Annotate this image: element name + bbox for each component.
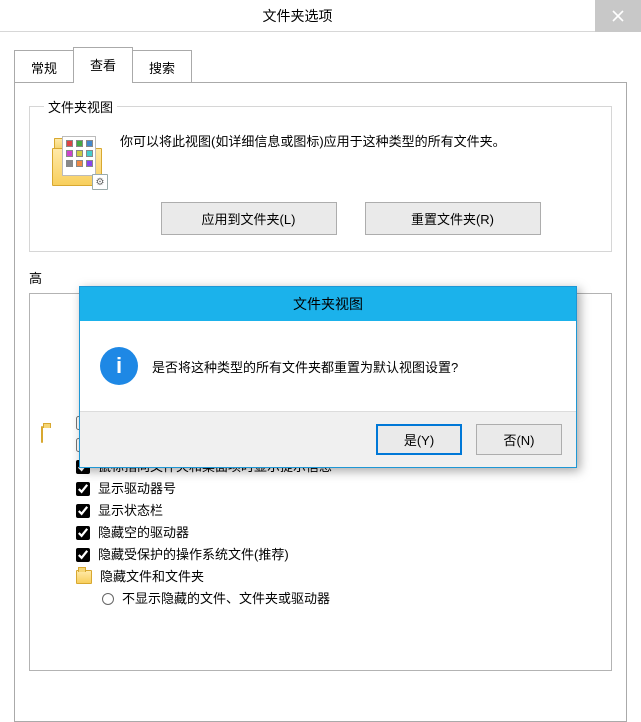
confirm-reset-dialog: 文件夹视图 i 是否将这种类型的所有文件夹都重置为默认视图设置? 是(Y) 否(… <box>79 286 577 468</box>
label-hidden-files-folders: 隐藏文件和文件夹 <box>100 566 204 588</box>
apply-to-folders-button[interactable]: 应用到文件夹(L) <box>161 202 337 235</box>
checkbox-hide-empty-drives[interactable] <box>76 526 90 540</box>
dialog-title: 文件夹视图 <box>80 287 576 321</box>
tab-view[interactable]: 查看 <box>73 47 133 83</box>
folder-views-legend: 文件夹视图 <box>44 97 117 116</box>
close-button[interactable] <box>595 0 641 32</box>
checkbox-hide-protected-os-files[interactable] <box>76 548 90 562</box>
advanced-settings-label: 高 <box>29 268 612 287</box>
tab-strip: 常规 查看 搜索 <box>14 46 627 82</box>
label-dont-show-hidden: 不显示隐藏的文件、文件夹或驱动器 <box>122 588 330 610</box>
option-show-drive-letters[interactable]: 显示驱动器号 <box>40 478 611 500</box>
info-icon: i <box>100 347 138 385</box>
radio-dont-show-hidden[interactable] <box>102 593 114 605</box>
checkbox-show-drive-letters[interactable] <box>76 482 90 496</box>
dialog-message: 是否将这种类型的所有文件夹都重置为默认视图设置? <box>152 357 458 376</box>
option-show-status-bar[interactable]: 显示状态栏 <box>40 500 611 522</box>
option-dont-show-hidden[interactable]: 不显示隐藏的文件、文件夹或驱动器 <box>40 588 611 610</box>
group-hidden-files-folders[interactable]: 隐藏文件和文件夹 <box>40 566 611 588</box>
folder-views-illustration-icon: ⚙ <box>52 134 104 186</box>
label-hide-empty-drives: 隐藏空的驱动器 <box>98 522 189 544</box>
dialog-yes-button[interactable]: 是(Y) <box>376 424 462 455</box>
option-hide-protected-os-files[interactable]: 隐藏受保护的操作系统文件(推荐) <box>40 544 611 566</box>
checkbox-show-status-bar[interactable] <box>76 504 90 518</box>
folder-views-group: 文件夹视图 ⚙ <box>29 97 612 252</box>
window-title: 文件夹选项 <box>0 6 595 26</box>
close-icon <box>612 10 624 22</box>
window-titlebar: 文件夹选项 <box>0 0 641 32</box>
label-show-status-bar: 显示状态栏 <box>98 500 163 522</box>
reset-folders-button[interactable]: 重置文件夹(R) <box>365 202 541 235</box>
dialog-no-button[interactable]: 否(N) <box>476 424 562 455</box>
tab-general[interactable]: 常规 <box>14 50 74 84</box>
label-show-drive-letters: 显示驱动器号 <box>98 478 176 500</box>
option-hide-empty-drives[interactable]: 隐藏空的驱动器 <box>40 522 611 544</box>
folder-icon <box>41 426 43 443</box>
folder-icon <box>76 570 92 584</box>
tab-search[interactable]: 搜索 <box>132 50 192 84</box>
folder-views-description: 你可以将此视图(如详细信息或图标)应用于这种类型的所有文件夹。 <box>120 130 597 152</box>
tree-group-folder-icon <box>41 427 43 442</box>
label-hide-protected-os-files: 隐藏受保护的操作系统文件(推荐) <box>98 544 289 566</box>
